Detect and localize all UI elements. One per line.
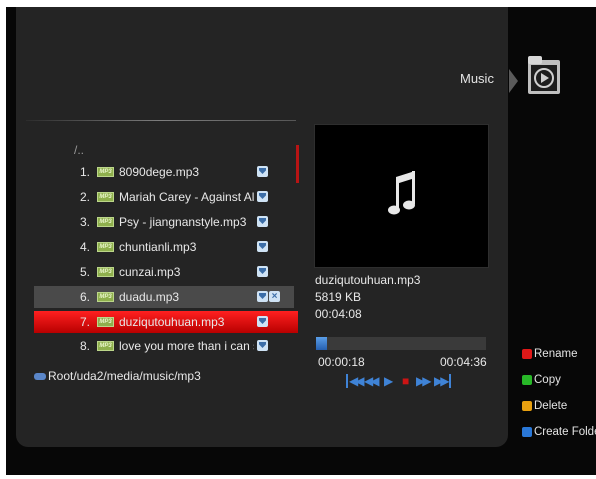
favorite-icon[interactable] (257, 340, 268, 351)
color-key-icon (522, 375, 532, 385)
next-track-button[interactable]: ▶▶ (434, 374, 452, 388)
file-row[interactable]: 4. MP3 chuntianli.mp3 (66, 236, 298, 258)
progress-bar[interactable] (316, 337, 486, 350)
favorite-icon[interactable] (257, 266, 268, 277)
favorite-icon[interactable] (257, 216, 268, 227)
mp3-file-icon: MP3 (97, 267, 114, 277)
mp3-file-icon: MP3 (97, 217, 114, 227)
current-time: 00:00:18 (318, 355, 365, 369)
skip-to-end-icon: ▶▶ (434, 374, 452, 388)
screen: Music /.. 1. MP3 8090dege.mp3 2. MP3 Mariah C… (6, 7, 596, 475)
legend-label: Copy (534, 374, 561, 386)
mp3-file-icon: MP3 (97, 192, 114, 202)
rewind-button[interactable]: ◀◀ (364, 374, 380, 388)
track-duration: 00:04:08 (315, 307, 362, 321)
scrollbar[interactable] (296, 145, 299, 183)
file-row[interactable]: 6. MP3 duadu.mp3 × (34, 286, 294, 308)
mp3-file-icon: MP3 (97, 341, 114, 351)
play-button[interactable]: ▶ (384, 374, 393, 388)
play-icon: ▶ (384, 374, 393, 388)
legend-label: Create Folder (534, 426, 596, 438)
rewind-to-start-icon: ◀◀ (346, 374, 365, 388)
favorite-icon[interactable] (257, 316, 268, 327)
current-path: Root/uda2/media/music/mp3 (48, 369, 201, 383)
list-divider (26, 120, 296, 121)
color-key-icon (522, 427, 532, 437)
track-size: 5819 KB (315, 290, 362, 304)
progress-fill (316, 337, 328, 350)
file-name: Psy - jiangnanstyle.mp3 (119, 215, 247, 229)
mp3-file-icon: MP3 (97, 317, 114, 327)
file-number: 1. (79, 165, 90, 179)
rewind-icon: ◀◀ (364, 374, 380, 388)
stop-icon: ■ (402, 374, 410, 388)
mp3-file-icon: MP3 (97, 292, 114, 302)
music-note-icon (388, 171, 415, 215)
file-number: 2. (79, 190, 90, 204)
favorite-icon[interactable] (257, 166, 268, 177)
usb-drive-icon (34, 373, 46, 380)
mp3-file-icon: MP3 (97, 167, 114, 177)
fast-forward-icon: ▶▶ (416, 374, 432, 388)
file-name: cunzai.mp3 (119, 265, 181, 279)
total-time: 00:04:36 (440, 355, 487, 369)
legend-label: Rename (534, 348, 578, 360)
track-filename: duziqutouhuan.mp3 (315, 273, 421, 287)
file-row[interactable]: 8. MP3 love you more than i can say. (66, 335, 298, 357)
file-number: 8. (79, 339, 90, 353)
stop-button[interactable]: ■ (402, 374, 409, 388)
track-info: duziqutouhuan.mp3 5819 KB 00:04:08 (315, 272, 420, 323)
file-name: chuntianli.mp3 (119, 240, 197, 254)
file-number: 4. (79, 240, 90, 254)
favorite-icon[interactable] (257, 191, 268, 202)
color-key-icon (522, 349, 532, 359)
favorite-icon[interactable] (257, 291, 268, 302)
parent-directory-item[interactable]: /.. (74, 143, 84, 157)
music-folder-icon (528, 56, 560, 94)
file-number: 5. (79, 265, 90, 279)
file-number: 3. (79, 215, 90, 229)
prev-track-button[interactable]: ◀◀ (346, 374, 365, 388)
delete-mark-icon[interactable]: × (269, 291, 280, 302)
file-name: duziqutouhuan.mp3 (119, 315, 225, 329)
file-name: love you more than i can say. (119, 339, 254, 353)
file-row[interactable]: 2. MP3 Mariah Carey - Against Al... (66, 186, 298, 208)
file-number: 6. (79, 290, 90, 304)
legend-label: Delete (534, 400, 568, 412)
color-key-icon (522, 401, 532, 411)
file-row[interactable]: 1. MP3 8090dege.mp3 (66, 161, 298, 183)
file-row[interactable]: 5. MP3 cunzai.mp3 (66, 261, 298, 283)
album-art-preview (314, 124, 489, 268)
file-number: 7. (79, 315, 90, 329)
favorite-icon[interactable] (257, 241, 268, 252)
file-row[interactable]: 3. MP3 Psy - jiangnanstyle.mp3 (66, 211, 298, 233)
file-name: 8090dege.mp3 (119, 165, 200, 179)
mp3-file-icon: MP3 (97, 242, 114, 252)
forward-button[interactable]: ▶▶ (416, 374, 432, 388)
file-row-selected[interactable]: 7. MP3 duziqutouhuan.mp3 (34, 311, 298, 333)
file-name: duadu.mp3 (119, 290, 180, 304)
title-arrow-icon (509, 69, 518, 93)
page-title: Music (460, 71, 494, 86)
file-name: Mariah Carey - Against Al... (119, 190, 254, 204)
